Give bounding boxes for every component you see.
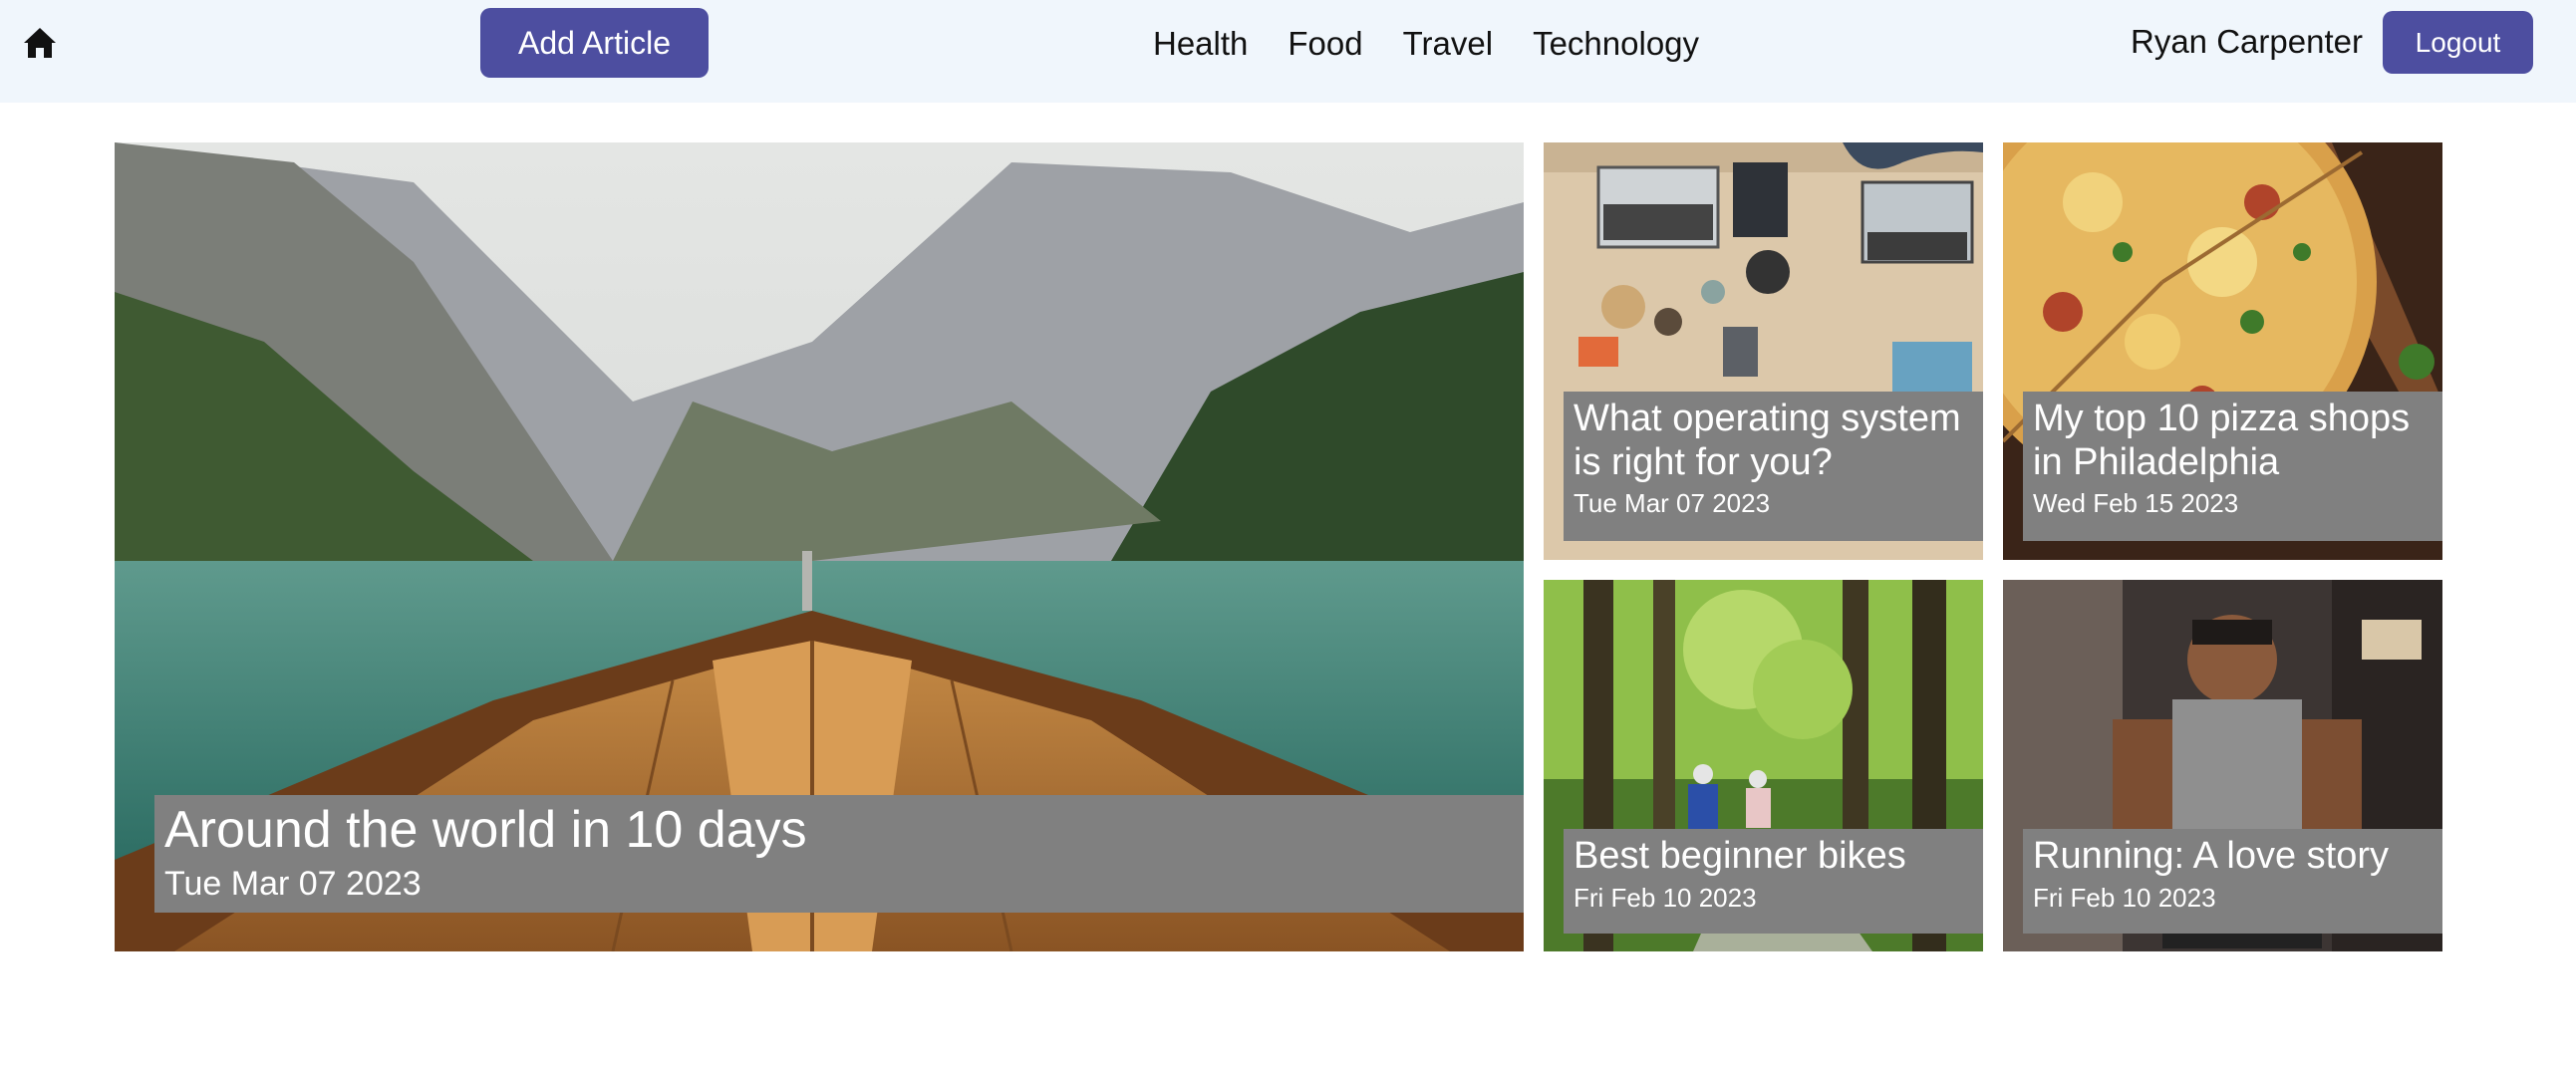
- article-caption: Around the world in 10 days Tue Mar 07 2…: [154, 795, 1524, 913]
- article-title[interactable]: Around the world in 10 days: [164, 801, 1514, 861]
- article-card[interactable]: What operating system is right for you? …: [1544, 142, 1983, 560]
- nav-link-travel[interactable]: Travel: [1403, 22, 1493, 66]
- article-card[interactable]: Best beginner bikes Fri Feb 10 2023: [1544, 580, 1983, 951]
- article-card-featured[interactable]: Around the world in 10 days Tue Mar 07 2…: [115, 142, 1524, 951]
- add-article-button[interactable]: Add Article: [480, 8, 709, 78]
- article-card[interactable]: My top 10 pizza shops in Philadelphia We…: [2003, 142, 2442, 560]
- category-nav: Health Food Travel Technology: [1153, 22, 1699, 66]
- navbar: Add Article Health Food Travel Technolog…: [0, 0, 2576, 103]
- nav-link-health[interactable]: Health: [1153, 22, 1248, 66]
- article-date: Fri Feb 10 2023: [1574, 882, 1757, 913]
- article-title[interactable]: What operating system is right for you?: [1574, 398, 1973, 484]
- user-name: Ryan Carpenter: [2131, 23, 2363, 60]
- article-caption: Running: A love story Fri Feb 10 2023: [2023, 829, 2442, 934]
- article-caption: Best beginner bikes Fri Feb 10 2023: [1564, 829, 1983, 934]
- article-date: Wed Feb 15 2023: [2033, 488, 2239, 519]
- article-date: Fri Feb 10 2023: [2033, 882, 2216, 913]
- article-date: Tue Mar 07 2023: [164, 864, 422, 903]
- article-date: Tue Mar 07 2023: [1574, 488, 1771, 519]
- article-caption: What operating system is right for you? …: [1564, 392, 1983, 541]
- article-title[interactable]: Best beginner bikes: [1574, 835, 1973, 879]
- logout-button[interactable]: Logout: [2383, 11, 2533, 74]
- article-card[interactable]: Running: A love story Fri Feb 10 2023: [2003, 580, 2442, 951]
- home-icon[interactable]: [22, 26, 58, 60]
- nav-link-technology[interactable]: Technology: [1533, 22, 1699, 66]
- nav-link-food[interactable]: Food: [1288, 22, 1362, 66]
- article-caption: My top 10 pizza shops in Philadelphia We…: [2023, 392, 2442, 541]
- article-title[interactable]: My top 10 pizza shops in Philadelphia: [2033, 398, 2433, 484]
- article-title[interactable]: Running: A love story: [2033, 835, 2433, 879]
